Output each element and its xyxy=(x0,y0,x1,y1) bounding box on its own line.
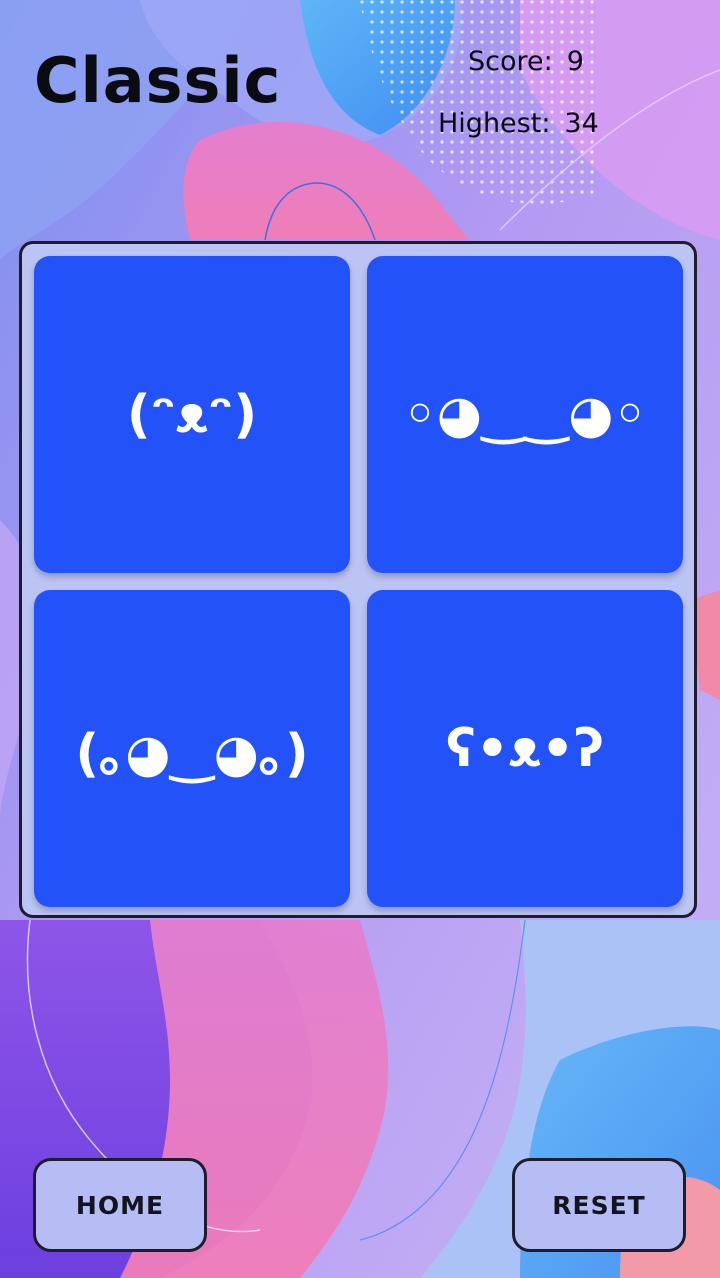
emoticon-face: ◦◕‿‿◕◦ xyxy=(403,384,647,445)
emoticon-card[interactable]: ʕ•ᴥ•ʔ xyxy=(367,590,683,907)
score-display: Score: 9 xyxy=(468,48,584,75)
emoticon-card[interactable]: ◦◕‿‿◕◦ xyxy=(367,256,683,573)
home-button[interactable]: HOME xyxy=(33,1158,207,1252)
emoticon-face: (｡◕‿◕｡) xyxy=(75,724,309,784)
highest-score-display: Highest: 34 xyxy=(438,110,599,137)
emoticon-face: ʕ•ᴥ•ʔ xyxy=(445,718,605,779)
reset-button[interactable]: RESET xyxy=(512,1158,686,1252)
highest-label: Highest: xyxy=(438,108,551,139)
emoticon-card[interactable]: (ᵔᴥᵔ) xyxy=(34,256,350,573)
emoticon-card[interactable]: (｡◕‿◕｡) xyxy=(34,590,350,907)
score-value: 9 xyxy=(566,46,584,77)
game-board: (ᵔᴥᵔ) ◦◕‿‿◕◦ (｡◕‿◕｡) ʕ•ᴥ•ʔ xyxy=(19,241,697,918)
score-label: Score: xyxy=(468,46,553,77)
highest-value: 34 xyxy=(564,108,599,139)
mode-title: Classic xyxy=(34,44,282,117)
emoticon-face: (ᵔᴥᵔ) xyxy=(126,384,258,445)
